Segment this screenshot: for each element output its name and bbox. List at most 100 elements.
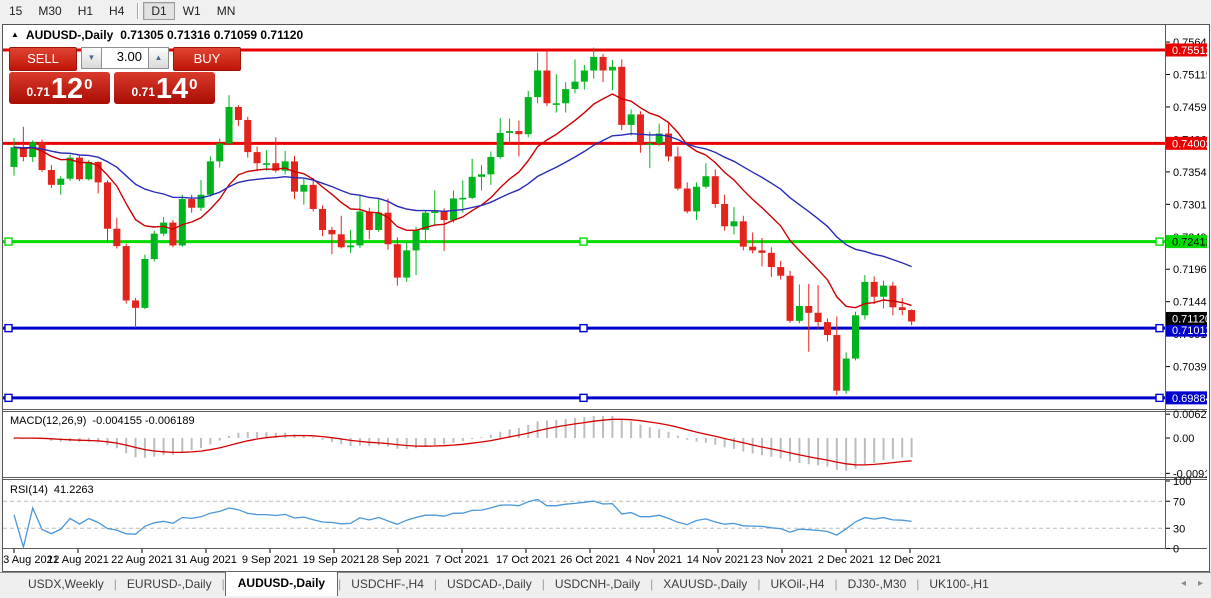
macd-histogram-bar xyxy=(714,438,716,445)
bid-price-panel[interactable]: 0.71 12 0 xyxy=(9,72,110,104)
candle-body xyxy=(169,223,176,246)
rsi-label: RSI(14) 41.2263 xyxy=(10,484,94,496)
collapse-triangle-icon[interactable]: ▲ xyxy=(11,30,19,39)
candle-body xyxy=(123,246,130,300)
sell-button[interactable]: SELL xyxy=(9,47,77,71)
candle-body xyxy=(244,120,251,152)
timeframe-toolbar: 15M30H1H4 D1W1MN xyxy=(0,0,1211,22)
candle-body xyxy=(497,133,504,157)
candle-body xyxy=(889,286,896,308)
volume-input[interactable]: 3.00 xyxy=(102,47,148,69)
tab-usdx-weekly[interactable]: USDX,Weekly xyxy=(18,573,114,596)
level-handle[interactable] xyxy=(580,394,587,401)
volume-decrease-button[interactable]: ▼ xyxy=(81,47,102,69)
macd-histogram-bar xyxy=(798,438,800,463)
candle-body xyxy=(768,253,775,267)
candle-body xyxy=(600,57,607,71)
candle-body xyxy=(328,230,335,234)
timeframe-button-m30[interactable]: M30 xyxy=(30,2,69,20)
tab-dj30-m30[interactable]: DJ30-,M30 xyxy=(838,573,917,596)
bid-big-digits: 12 xyxy=(51,76,83,103)
candle-body xyxy=(684,189,691,212)
macd-histogram-bar xyxy=(733,438,735,449)
timeframe-button-mn[interactable]: MN xyxy=(209,2,244,20)
candle-body xyxy=(525,97,532,134)
macd-values: -0.004155 -0.006189 xyxy=(92,415,194,427)
candle-body xyxy=(48,170,55,185)
timeframe-button-h4[interactable]: H4 xyxy=(101,2,132,20)
candle-body xyxy=(487,157,494,174)
tab-usdcad-daily[interactable]: USDCAD-,Daily xyxy=(437,573,542,596)
candle-body xyxy=(628,114,635,125)
chart-canvas[interactable]: 0.756400.751150.745900.740650.735400.730… xyxy=(3,25,1207,569)
tab-scroll-arrows: ◂ ▸ xyxy=(1181,578,1203,589)
level-handle[interactable] xyxy=(5,238,12,245)
price-level-badge-label: 0.71012 xyxy=(1172,325,1207,337)
tab-ukoil-h4[interactable]: UKOil-,H4 xyxy=(760,573,834,596)
level-handle[interactable] xyxy=(5,325,12,332)
level-handle[interactable] xyxy=(5,394,12,401)
macd-histogram-bar xyxy=(228,436,230,438)
timeframe-button-d1[interactable]: D1 xyxy=(143,2,174,20)
macd-histogram-bar xyxy=(471,438,473,439)
ask-prefix: 0.71 xyxy=(132,85,155,99)
tab-xauusd-daily[interactable]: XAUUSD-,Daily xyxy=(653,573,757,596)
tab-scroll-left-icon[interactable]: ◂ xyxy=(1181,578,1186,589)
candle-body xyxy=(749,247,756,251)
level-handle[interactable] xyxy=(580,238,587,245)
candle-body xyxy=(861,282,868,315)
buy-button[interactable]: BUY xyxy=(173,47,241,71)
level-handle[interactable] xyxy=(580,325,587,332)
chart-window: 0.756400.751150.745900.740650.735400.730… xyxy=(2,24,1210,572)
price-tick-label: 0.73540 xyxy=(1173,167,1207,179)
rsi-name: RSI(14) xyxy=(10,484,48,496)
one-click-trading-panel: SELL ▼ 3.00 ▲ BUY 0.71 12 0 0.71 14 xyxy=(9,47,243,104)
candle-body xyxy=(132,300,139,307)
candle-body xyxy=(646,143,653,145)
macd-histogram-bar xyxy=(481,437,483,438)
rsi-tick-label: 0 xyxy=(1173,544,1179,556)
macd-histogram-bar xyxy=(583,417,585,438)
candle-body xyxy=(824,322,831,335)
ask-price-panel[interactable]: 0.71 14 0 xyxy=(114,72,215,104)
candle-body xyxy=(871,282,878,297)
macd-histogram-bar xyxy=(181,438,183,452)
macd-tick-label: 0.006201 xyxy=(1173,409,1207,421)
macd-name: MACD(12,26,9) xyxy=(10,415,86,427)
candle-body xyxy=(394,244,401,277)
candle-body xyxy=(553,103,560,105)
macd-histogram-bar xyxy=(742,438,744,452)
chart-symbol: AUDUSD-,Daily xyxy=(26,28,113,42)
level-handle[interactable] xyxy=(1156,238,1163,245)
tab-uk100-h1[interactable]: UK100-,H1 xyxy=(919,573,998,596)
macd-tick-label: 0.00 xyxy=(1173,433,1194,445)
macd-histogram-bar xyxy=(649,427,651,438)
volume-increase-button[interactable]: ▲ xyxy=(148,47,169,69)
tab-scroll-right-icon[interactable]: ▸ xyxy=(1198,578,1203,589)
tab-usdchf-h4[interactable]: USDCHF-,H4 xyxy=(341,573,434,596)
macd-histogram-bar xyxy=(527,425,529,438)
timeframe-button-15[interactable]: 15 xyxy=(1,2,30,20)
macd-histogram-bar xyxy=(518,428,520,438)
chart-title: ▲ AUDUSD-,Daily 0.71305 0.71316 0.71059 … xyxy=(11,28,303,42)
tab-eurusd-daily[interactable]: EURUSD-,Daily xyxy=(117,573,222,596)
macd-histogram-bar xyxy=(237,433,239,438)
candle-body xyxy=(366,211,373,230)
date-label: 28 Sep 2021 xyxy=(367,554,429,566)
candle-body xyxy=(141,259,148,308)
rsi-line xyxy=(14,500,912,548)
trade-quotes-row: 0.71 12 0 0.71 14 0 xyxy=(9,72,243,104)
timeframe-button-h1[interactable]: H1 xyxy=(70,2,101,20)
tab-audusd-daily[interactable]: AUDUSD-,Daily xyxy=(225,571,338,596)
timeframe-button-w1[interactable]: W1 xyxy=(175,2,209,20)
candle-body xyxy=(356,211,363,245)
level-handle[interactable] xyxy=(1156,325,1163,332)
macd-histogram-bar xyxy=(639,425,641,438)
price-tick-label: 0.73015 xyxy=(1173,199,1207,211)
rsi-pane: 10070300 xyxy=(3,476,1191,556)
candle-body xyxy=(469,177,476,198)
macd-histogram-bar xyxy=(424,438,426,447)
level-handle[interactable] xyxy=(1156,394,1163,401)
tab-usdcnh-daily[interactable]: USDCNH-,Daily xyxy=(545,573,650,596)
candle-body xyxy=(759,250,766,252)
